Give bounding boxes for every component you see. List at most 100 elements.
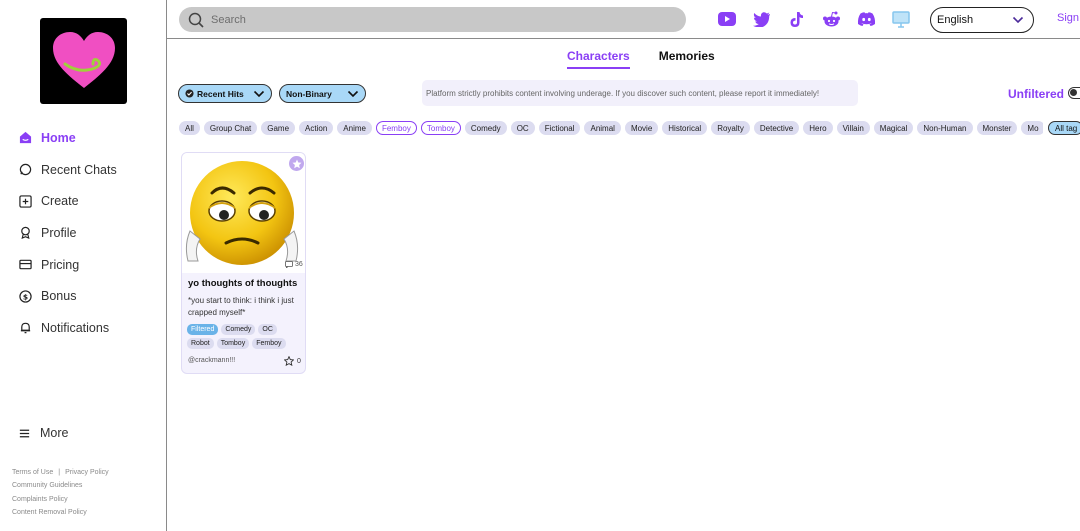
- tab-characters[interactable]: Characters: [567, 49, 630, 69]
- sidebar-item-label: Home: [41, 130, 76, 145]
- sidebar: Home Recent Chats Create Profile Pricing…: [0, 0, 167, 531]
- more-button[interactable]: More: [18, 426, 68, 440]
- character-tag: Tomboy: [216, 338, 250, 349]
- more-label: More: [40, 426, 69, 440]
- language-select[interactable]: English: [930, 7, 1034, 33]
- card-icon: [18, 258, 32, 272]
- tag-chip[interactable]: Movie: [624, 121, 659, 135]
- top-header: English Sign: [167, 0, 1080, 39]
- character-tag: Robot: [187, 338, 214, 349]
- sidebar-item-notifications[interactable]: Notifications: [0, 312, 166, 344]
- sidebar-item-label: Bonus: [41, 289, 77, 304]
- tag-chip[interactable]: Royalty: [711, 121, 750, 135]
- sort-value: Recent Hits: [197, 88, 244, 99]
- sidebar-nav: Home Recent Chats Create Profile Pricing…: [0, 122, 166, 344]
- character-avatar: [182, 153, 305, 273]
- tag-chip[interactable]: All: [179, 121, 200, 135]
- tag-chip[interactable]: Villain: [836, 121, 870, 135]
- terms-link[interactable]: Terms of Use: [12, 469, 53, 476]
- tag-chip[interactable]: OC: [510, 121, 535, 135]
- tag-chip[interactable]: Femboy: [375, 121, 417, 135]
- unfiltered-label: Unfiltered: [1008, 87, 1065, 101]
- tag-chip[interactable]: Historical: [662, 121, 708, 135]
- tag-chip[interactable]: Comedy: [464, 121, 507, 135]
- sidebar-item-label: Profile: [41, 225, 77, 240]
- chat-bubble-icon: [18, 163, 32, 177]
- tag-chip[interactable]: Detective: [753, 121, 800, 135]
- sidebar-item-home[interactable]: Home: [0, 122, 166, 154]
- search-bar[interactable]: [179, 7, 686, 32]
- sidebar-item-profile[interactable]: Profile: [0, 217, 166, 249]
- character-tag: OC: [258, 324, 277, 335]
- language-value: English: [937, 14, 974, 26]
- community-guidelines-link[interactable]: Community Guidelines: [12, 482, 82, 489]
- tag-chip[interactable]: Action: [299, 121, 334, 135]
- character-tag: Comedy: [221, 324, 256, 335]
- tag-chip[interactable]: Group Chat: [203, 121, 258, 135]
- unfiltered-toggle[interactable]: [1068, 87, 1080, 99]
- twitter-icon[interactable]: [752, 9, 772, 29]
- sign-in-button[interactable]: Sign: [1057, 12, 1079, 24]
- tag-chip[interactable]: Animal: [584, 121, 621, 135]
- privacy-link[interactable]: Privacy Policy: [65, 469, 109, 476]
- svg-text:$: $: [22, 292, 27, 301]
- sort-dropdown[interactable]: Recent Hits: [178, 84, 272, 103]
- content-tabs: Characters Memories: [567, 49, 715, 69]
- worried-emoji-image: [185, 161, 299, 265]
- plus-square-icon: [18, 194, 32, 208]
- sidebar-item-label: Notifications: [41, 320, 110, 335]
- tag-chip[interactable]: Monster: [976, 121, 1018, 135]
- search-input[interactable]: [211, 13, 671, 26]
- tag-chip[interactable]: Tomboy: [420, 121, 461, 135]
- heart-logo-icon: [52, 32, 115, 88]
- chevron-down-icon: [347, 90, 359, 98]
- sidebar-item-label: Pricing: [41, 257, 80, 272]
- favorite-badge[interactable]: [289, 156, 304, 171]
- tag-chip[interactable]: Hero: [803, 121, 833, 135]
- hamburger-icon: [19, 429, 30, 437]
- tag-filter-row: All Group Chat Game Action Anime Femboy Tomboy…: [179, 121, 1043, 135]
- tag-chip[interactable]: Mo: [1021, 121, 1043, 135]
- character-tag: Femboy: [252, 338, 286, 349]
- complaints-policy-link[interactable]: Complaints Policy: [12, 496, 68, 503]
- sidebar-item-create[interactable]: Create: [0, 185, 166, 217]
- like-count: 0: [297, 357, 301, 365]
- chevron-down-icon: [253, 90, 265, 98]
- tag-chip[interactable]: Magical: [873, 121, 914, 135]
- like-counter[interactable]: 0: [284, 356, 301, 366]
- bell-icon: [18, 321, 32, 335]
- character-name: yo thoughts of thoughts: [188, 278, 298, 289]
- reddit-icon[interactable]: [821, 9, 841, 29]
- monitor-icon[interactable]: [891, 9, 911, 29]
- character-card[interactable]: 36 yo thoughts of thoughts *you start to…: [181, 152, 306, 374]
- profile-icon: [18, 226, 32, 240]
- app-logo[interactable]: [40, 18, 127, 104]
- dollar-icon: $: [18, 289, 32, 303]
- all-tags-button[interactable]: All tag: [1048, 121, 1080, 135]
- character-author[interactable]: @crackmann!!!: [188, 357, 235, 364]
- tag-chip[interactable]: Anime: [337, 121, 372, 135]
- sidebar-item-bonus[interactable]: $ Bonus: [0, 280, 166, 312]
- star-icon: [292, 159, 301, 168]
- tab-memories[interactable]: Memories: [659, 49, 715, 69]
- chat-count-value: 36: [295, 261, 303, 268]
- discord-icon[interactable]: [856, 9, 876, 29]
- gender-value: Non-Binary: [286, 88, 332, 99]
- check-circle-icon: [185, 89, 194, 98]
- tag-chip[interactable]: Fictional: [538, 121, 581, 135]
- gender-dropdown[interactable]: Non-Binary: [279, 84, 366, 103]
- tag-chip[interactable]: Game: [261, 121, 296, 135]
- tag-chip[interactable]: Non-Human: [917, 121, 973, 135]
- youtube-icon[interactable]: [717, 9, 737, 29]
- sidebar-item-pricing[interactable]: Pricing: [0, 249, 166, 281]
- sidebar-item-label: Create: [41, 194, 79, 209]
- content-removal-link[interactable]: Content Removal Policy: [12, 509, 87, 516]
- notice-banner: Platform strictly prohibits content invo…: [422, 80, 858, 106]
- sidebar-item-recent-chats[interactable]: Recent Chats: [0, 154, 166, 186]
- star-outline-icon: [284, 356, 294, 366]
- home-icon: [18, 131, 32, 145]
- search-icon: [188, 12, 204, 28]
- chat-count: 36: [285, 261, 303, 268]
- tiktok-icon[interactable]: [786, 9, 806, 29]
- footer-separator: |: [58, 469, 61, 476]
